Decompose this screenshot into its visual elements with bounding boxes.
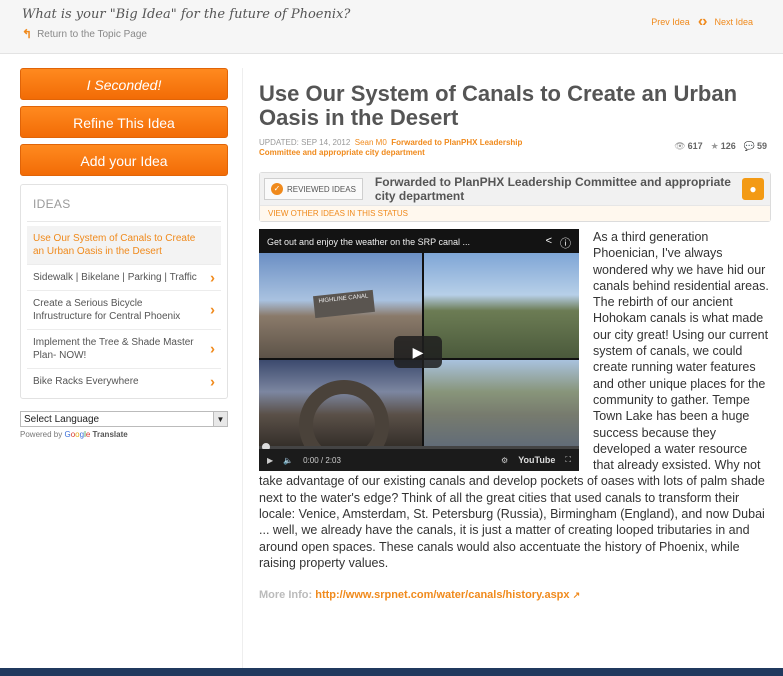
prev-next-chevrons-icon[interactable]: ‹› [698, 13, 708, 31]
external-link-icon: ↗ [572, 590, 581, 601]
idea-stats: 👁 617 ★ 126 💬 59 [674, 141, 767, 151]
forwarded-line-1: Forwarded to PlanPHX Leadership [391, 138, 523, 147]
video-title[interactable]: Get out and enjoy the weather on the SRP… [267, 237, 470, 247]
seconded-button[interactable]: I Seconded! [20, 68, 228, 100]
reviewed-ideas-badge[interactable]: ✓ REVIEWED IDEAS [264, 178, 363, 200]
idea-item-label: Bike Racks Everywhere [33, 376, 139, 387]
translate-link[interactable]: Translate [93, 430, 128, 439]
idea-item-label: Create a Serious Bicycle Infrustructure … [33, 298, 181, 322]
lightbulb-icon: ● [742, 178, 764, 200]
return-label: Return to the Topic Page [37, 28, 147, 40]
idea-content: HIGHLINE CANAL Get out and enjoy the wea… [259, 229, 771, 601]
powered-by-label: Powered by [20, 430, 63, 439]
page-question: What is your "Big Idea" for the future o… [22, 7, 351, 22]
language-select[interactable]: Select Language ▼ [20, 411, 228, 427]
eye-icon: 👁 [674, 141, 686, 151]
view-other-ideas-link[interactable]: VIEW OTHER IDEAS IN THIS STATUS [260, 205, 770, 221]
status-box: ✓ REVIEWED IDEAS Forwarded to PlanPHX Le… [259, 172, 771, 222]
powered-by-google: Powered by Google Translate [20, 430, 228, 439]
video-frame-canal-water [424, 360, 579, 451]
views-count: 👁 617 [674, 141, 703, 151]
idea-meta: UPDATED: SEP 14, 2012 Sean M0 Forwarded … [259, 138, 771, 160]
video-controls: ▶ 🔈 0:00 / 2:03 ⚙ YouTube ⛶ [259, 449, 579, 471]
idea-item[interactable]: Use Our System of Canals to Create an Ur… [27, 226, 221, 265]
star-icon: ★ [710, 141, 719, 151]
reviewed-ideas-label: REVIEWED IDEAS [287, 184, 356, 194]
idea-item[interactable]: Bike Racks Everywhere › [27, 369, 221, 394]
prev-idea-link[interactable]: Prev Idea [651, 17, 690, 27]
idea-nav: Prev Idea ‹› Next Idea [651, 13, 753, 31]
fullscreen-icon[interactable]: ⛶ [565, 455, 571, 465]
chevron-right-icon: › [210, 373, 215, 390]
video-time: 0:00 / 2:03 [303, 455, 341, 465]
refine-idea-button[interactable]: Refine This Idea [20, 106, 228, 138]
play-button[interactable]: ▶ [394, 336, 442, 368]
video-title-bar: Get out and enjoy the weather on the SRP… [259, 229, 579, 253]
add-idea-button[interactable]: Add your Idea [20, 144, 228, 176]
google-logo: Google [64, 430, 91, 439]
more-info-link[interactable]: http://www.srpnet.com/water/canals/histo… [315, 589, 569, 601]
comments-count: 💬 59 [743, 141, 767, 151]
status-text: Forwarded to PlanPHX Leadership Committe… [374, 175, 731, 203]
ideas-title: IDEAS [27, 193, 221, 222]
canal-sign: HIGHLINE CANAL [313, 289, 375, 319]
dropdown-arrow-icon[interactable]: ▼ [213, 412, 227, 426]
stars-count: ★ 126 [710, 141, 736, 151]
updated-date: UPDATED: SEP 14, 2012 [259, 138, 351, 147]
checkmark-icon: ✓ [271, 183, 283, 195]
topbar: What is your "Big Idea" for the future o… [0, 0, 783, 54]
video-frame-arch [259, 360, 422, 470]
idea-item[interactable]: Create a Serious Bicycle Infrustructure … [27, 291, 221, 330]
return-arrow-icon: ↰ [22, 27, 33, 41]
idea-item-label: Sidewalk | Bikelane | Parking | Traffic [33, 272, 197, 283]
settings-icon[interactable]: ⚙ [501, 456, 508, 465]
idea-item[interactable]: Sidewalk | Bikelane | Parking | Traffic … [27, 265, 221, 291]
idea-title: Use Our System of Canals to Create an Ur… [259, 81, 738, 130]
return-to-topic-link[interactable]: ↰ Return to the Topic Page [22, 27, 147, 41]
more-info: More Info: http://www.srpnet.com/water/c… [259, 589, 771, 601]
share-icon[interactable]: < [546, 235, 552, 251]
play-control-icon[interactable]: ▶ [267, 456, 273, 465]
chevron-right-icon: › [210, 340, 215, 358]
youtube-logo[interactable]: YouTube [518, 455, 555, 465]
bottom-band [0, 668, 783, 676]
idea-item[interactable]: Implement the Tree & Shade Master Plan- … [27, 330, 221, 369]
comment-icon: 💬 [743, 141, 755, 151]
language-select-value: Select Language [24, 413, 100, 425]
author-link[interactable]: Sean M0 [355, 138, 387, 147]
column-divider [242, 68, 243, 668]
info-icon[interactable]: ⓘ [560, 235, 571, 251]
idea-item-label: Implement the Tree & Shade Master Plan- … [33, 337, 194, 361]
next-idea-link[interactable]: Next Idea [714, 17, 753, 27]
more-info-label: More Info: [259, 589, 313, 602]
idea-item-label: Use Our System of Canals to Create an Ur… [33, 233, 196, 257]
volume-icon[interactable]: 🔈 [283, 456, 293, 465]
ideas-list-panel: IDEAS Use Our System of Canals to Create… [20, 184, 228, 399]
video-frame-palm-trail [424, 253, 579, 358]
video-player[interactable]: HIGHLINE CANAL Get out and enjoy the wea… [259, 229, 579, 471]
idea-main: Use Our System of Canals to Create an Ur… [259, 82, 771, 601]
left-sidebar: I Seconded! Refine This Idea Add your Id… [20, 68, 228, 439]
chevron-right-icon: › [210, 269, 215, 286]
chevron-right-icon: › [210, 301, 215, 319]
